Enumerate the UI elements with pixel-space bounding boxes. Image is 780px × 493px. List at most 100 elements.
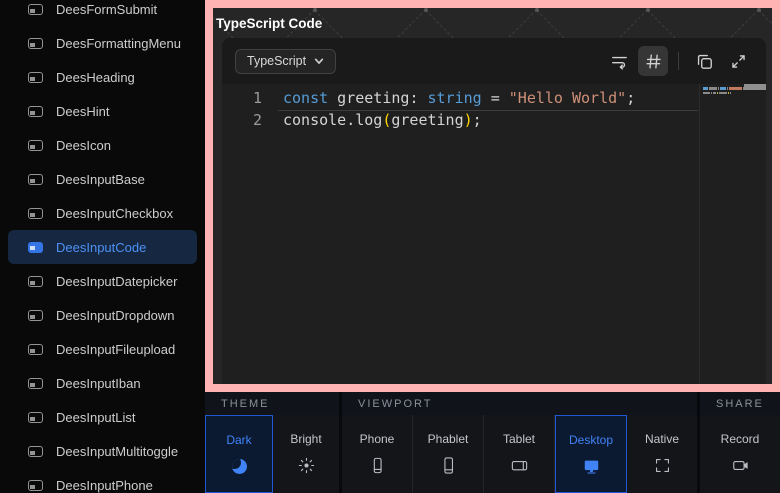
component-icon — [28, 72, 43, 83]
component-icon — [28, 276, 43, 287]
sidebar-item-label: DeesHint — [56, 104, 109, 119]
button-label: Tablet — [503, 432, 535, 446]
bright-button[interactable]: Bright — [273, 415, 339, 493]
toolbar-section-viewport: VIEWPORT Phone Phablet Tablet Desktop Native — [342, 392, 697, 493]
phone-icon — [368, 455, 387, 475]
hash-icon — [644, 52, 663, 71]
copy-icon — [695, 52, 714, 71]
language-dropdown[interactable]: TypeScript — [235, 49, 336, 74]
record-button[interactable]: Record — [700, 415, 780, 493]
tablet-button[interactable]: Tablet — [484, 415, 555, 493]
sidebar-item-label: DeesFormattingMenu — [56, 36, 181, 51]
component-catalogue-app: DeesFormSubmit DeesFormattingMenu DeesHead… — [0, 0, 780, 493]
component-icon — [28, 242, 43, 253]
code-editor-card: TypeScript 1 const greeting: string = "He… — [222, 38, 766, 384]
sidebar-item-label: DeesInputCode — [56, 240, 146, 255]
sidebar-item-deesheading[interactable]: DeesHeading — [8, 60, 197, 94]
code-line: 1 const greeting: string = "Hello World"; — [222, 87, 766, 109]
button-label: Dark — [226, 433, 251, 447]
sidebar-item-label: DeesInputCheckbox — [56, 206, 173, 221]
component-icon — [28, 4, 43, 15]
component-icon — [28, 208, 43, 219]
line-numbers-button[interactable] — [638, 46, 668, 76]
component-icon — [28, 412, 43, 423]
section-header-share: SHARE — [700, 392, 780, 415]
sidebar-item-deesinputphone[interactable]: DeesInputPhone — [8, 468, 197, 493]
minimap[interactable] — [699, 84, 766, 384]
sidebar-item-deesformsubmit[interactable]: DeesFormSubmit — [8, 0, 197, 26]
sidebar-item-deesinputlist[interactable]: DeesInputList — [8, 400, 197, 434]
code-text: console.log(greeting); — [283, 109, 482, 131]
sidebar-item-deesinputiban[interactable]: DeesInputIban — [8, 366, 197, 400]
component-icon — [28, 378, 43, 389]
desktop-icon — [582, 456, 601, 476]
sidebar-item-label: DeesHeading — [56, 70, 135, 85]
editor-tool-buttons — [604, 46, 753, 76]
chevron-down-icon — [314, 56, 324, 66]
code-text: const greeting: string = "Hello World"; — [283, 87, 635, 109]
sidebar-item-label: DeesIcon — [56, 138, 111, 153]
section-header-theme: THEME — [205, 392, 339, 415]
dark-button[interactable]: Dark — [205, 415, 273, 493]
component-icon — [28, 310, 43, 321]
sidebar-item-label: DeesInputMultitoggle — [56, 444, 178, 459]
desktop-button[interactable]: Desktop — [555, 415, 627, 493]
demo-frame: TypeScript Code TypeScript 1 const greeti… — [205, 0, 780, 392]
code-lines: 1 const greeting: string = "Hello World";… — [222, 87, 766, 131]
native-icon — [653, 455, 672, 475]
sidebar-item-deesinputcheckbox[interactable]: DeesInputCheckbox — [8, 196, 197, 230]
button-label: Phone — [360, 432, 395, 446]
sidebar-item-label: DeesInputFileupload — [56, 342, 175, 357]
sidebar-item-label: DeesFormSubmit — [56, 2, 157, 17]
tablet-icon — [510, 455, 529, 475]
language-dropdown-label: TypeScript — [247, 54, 306, 68]
demo-wrapper: TypeScript Code TypeScript 1 const greeti… — [213, 8, 772, 384]
minimap-slider[interactable] — [744, 84, 766, 90]
sidebar-item-deesinputdatepicker[interactable]: DeesInputDatepicker — [8, 264, 197, 298]
sidebar-item-deesinputfileupload[interactable]: DeesInputFileupload — [8, 332, 197, 366]
sidebar: DeesFormSubmit DeesFormattingMenu DeesHead… — [0, 0, 205, 493]
phablet-icon — [439, 455, 458, 475]
line-number: 2 — [222, 109, 262, 131]
button-label: Phablet — [428, 432, 469, 446]
button-label: Desktop — [569, 433, 613, 447]
editor-toolbar: TypeScript — [222, 38, 766, 84]
sidebar-item-label: DeesInputDropdown — [56, 308, 175, 323]
copy-button[interactable] — [689, 46, 719, 76]
phablet-button[interactable]: Phablet — [413, 415, 484, 493]
fullscreen-icon — [729, 52, 748, 71]
record-icon — [731, 455, 750, 475]
sidebar-item-label: DeesInputPhone — [56, 478, 153, 493]
component-icon — [28, 140, 43, 151]
toolbar-section-share: SHARE Record — [700, 392, 780, 493]
component-icon — [28, 480, 43, 491]
native-button[interactable]: Native — [627, 415, 697, 493]
sun-icon — [297, 455, 316, 475]
sidebar-item-deesformattingmenu[interactable]: DeesFormattingMenu — [8, 26, 197, 60]
button-label: Record — [721, 432, 760, 446]
sidebar-item-deeshint[interactable]: DeesHint — [8, 94, 197, 128]
sidebar-item-deesinputbase[interactable]: DeesInputBase — [8, 162, 197, 196]
phone-button[interactable]: Phone — [342, 415, 413, 493]
component-icon — [28, 344, 43, 355]
component-icon — [28, 106, 43, 117]
sidebar-item-label: DeesInputDatepicker — [56, 274, 177, 289]
line-number: 1 — [222, 87, 262, 109]
minimap-code — [703, 87, 744, 96]
sidebar-item-label: DeesInputIban — [56, 376, 141, 391]
code-area[interactable]: 1 const greeting: string = "Hello World";… — [222, 84, 766, 384]
sidebar-list: DeesFormSubmit DeesFormattingMenu DeesHead… — [0, 0, 205, 493]
component-icon — [28, 38, 43, 49]
sidebar-item-deesinputcode[interactable]: DeesInputCode — [8, 230, 197, 264]
button-label: Native — [645, 432, 679, 446]
word-wrap-button[interactable] — [604, 46, 634, 76]
sidebar-item-deesinputdropdown[interactable]: DeesInputDropdown — [8, 298, 197, 332]
section-header-viewport: VIEWPORT — [342, 392, 697, 415]
moon-icon — [232, 456, 247, 476]
sidebar-item-deesicon[interactable]: DeesIcon — [8, 128, 197, 162]
sidebar-item-deesinputmultitoggle[interactable]: DeesInputMultitoggle — [8, 434, 197, 468]
toolbar-divider — [678, 52, 679, 70]
fullscreen-button[interactable] — [723, 46, 753, 76]
toolbar-section-theme: THEME Dark Bright — [205, 392, 339, 493]
demo-title: TypeScript Code — [216, 16, 322, 31]
